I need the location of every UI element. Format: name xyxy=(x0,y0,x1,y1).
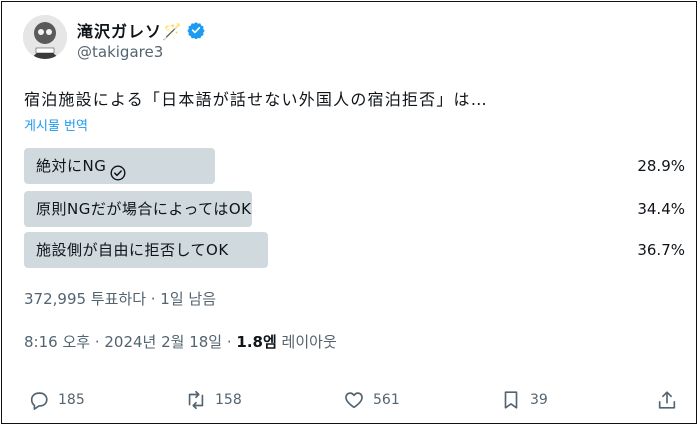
poll-option-label: 施設側が自由に拒否してOK xyxy=(36,241,229,259)
view-label: 레이아웃 xyxy=(276,333,337,351)
poll-option-percent: 28.9% xyxy=(637,157,685,175)
poll-option-3: 施設側が自由に拒否してOK 36.7% xyxy=(24,232,689,268)
author-handle[interactable]: @takigare3 xyxy=(77,43,163,61)
share-icon xyxy=(658,391,676,409)
tweet-timestamp: 8:16 오후 · 2024년 2월 18일 · 1.8엠 레이아웃 xyxy=(24,331,337,352)
like-count: 561 xyxy=(373,392,400,408)
check-circle-icon xyxy=(110,158,126,181)
tweet-card: 滝沢ガレソ🪄 @takigare3 宿泊施設による「日本語が話せない外国人の宿泊… xyxy=(1,1,697,424)
poll-option-1: 絶対にNG 28.9% xyxy=(24,148,689,184)
timestamp-time[interactable]: 8:16 오후 · 2024년 2월 18일 · xyxy=(24,333,236,351)
reply-button[interactable]: 185 xyxy=(28,386,85,414)
author-display-name[interactable]: 滝沢ガレソ🪄 xyxy=(77,18,183,42)
bookmark-button[interactable]: 39 xyxy=(500,386,548,414)
poll-option-percent: 34.4% xyxy=(637,200,685,218)
action-bar: 185 158 561 39 xyxy=(2,386,700,414)
reply-count: 185 xyxy=(58,392,85,408)
author-name[interactable]: 滝沢ガレソ🪄 xyxy=(77,18,205,42)
poll-option-label: 原則NGだが場合によってはOK xyxy=(36,200,252,218)
poll-option-2: 原則NGだが場合によってはOK 34.4% xyxy=(24,191,689,227)
bookmark-count: 39 xyxy=(530,392,548,408)
like-button[interactable]: 561 xyxy=(343,386,400,414)
retweet-button[interactable]: 158 xyxy=(185,386,242,414)
avatar[interactable] xyxy=(23,15,67,59)
verified-badge-icon xyxy=(187,21,205,40)
share-button[interactable] xyxy=(656,386,678,414)
reply-icon xyxy=(30,392,48,410)
poll-option-label: 絶対にNG xyxy=(36,148,126,184)
tweet-text: 宿泊施設による「日本語が話せない外国人の宿泊拒否」は… xyxy=(24,90,488,109)
bookmark-icon xyxy=(504,391,518,409)
translate-link[interactable]: 게시물 번역 xyxy=(24,115,88,134)
poll-vote-count: 372,995 투표하다 · 1일 남음 xyxy=(24,290,217,308)
poll-option-percent: 36.7% xyxy=(637,241,685,259)
view-count: 1.8엠 xyxy=(236,333,277,351)
retweet-icon xyxy=(188,390,204,410)
retweet-count: 158 xyxy=(215,392,242,408)
heart-icon xyxy=(345,392,363,409)
